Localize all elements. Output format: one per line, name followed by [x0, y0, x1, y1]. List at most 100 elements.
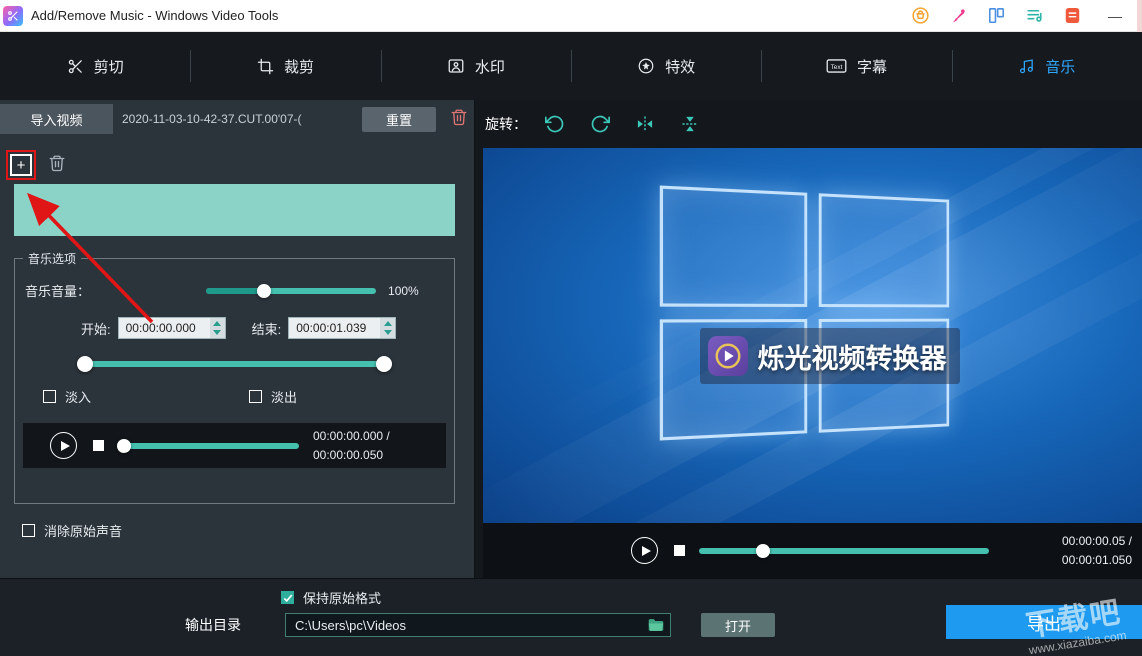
- fade-in-label: 淡入: [65, 387, 91, 406]
- tab-label: 剪切: [94, 56, 124, 77]
- browse-folder-icon[interactable]: [647, 617, 665, 633]
- rotate-ccw-icon[interactable]: [545, 114, 565, 134]
- import-video-button[interactable]: 导入视频: [0, 104, 113, 134]
- music-current-time: 00:00:00.000 /: [313, 427, 390, 446]
- volume-slider[interactable]: [206, 288, 376, 294]
- cart-icon[interactable]: [911, 6, 930, 25]
- open-folder-button[interactable]: 打开: [701, 613, 775, 637]
- video-title-overlay: 烁光视频转换器: [700, 328, 960, 384]
- delete-video-icon[interactable]: [450, 108, 468, 131]
- music-preview-player: 00:00:00.000 / 00:00:00.050: [23, 423, 446, 468]
- flip-vertical-icon[interactable]: [680, 114, 700, 134]
- video-seek-handle[interactable]: [756, 544, 770, 558]
- tab-label: 字幕: [857, 56, 887, 77]
- tab-subtitle[interactable]: Text 字幕: [761, 32, 951, 100]
- tab-music[interactable]: 音乐: [952, 32, 1142, 100]
- watermark-icon: [447, 57, 465, 75]
- tab-effects[interactable]: 特效: [571, 32, 761, 100]
- music-options-title: 音乐选项: [23, 250, 81, 267]
- remove-original-audio-checkbox[interactable]: 消除原始声音: [22, 521, 122, 540]
- output-bar: 保持原始格式 输出目录 打开 导出: [0, 578, 1142, 656]
- end-time-stepper[interactable]: [380, 318, 395, 338]
- remove-audio-label: 消除原始声音: [44, 521, 122, 540]
- volume-row: 音乐音量： 100%: [23, 281, 446, 300]
- rotate-label: 旋转：: [485, 114, 527, 134]
- track-tools: +: [6, 150, 66, 180]
- subtitle-icon: Text: [826, 57, 847, 75]
- music-stop-button[interactable]: [93, 440, 104, 451]
- start-label: 开始:: [81, 319, 111, 338]
- document-icon[interactable]: [1063, 6, 1082, 25]
- playlist-icon[interactable]: [1025, 6, 1044, 25]
- music-note-icon: [1018, 58, 1035, 75]
- fade-out-label: 淡出: [271, 387, 297, 406]
- minimize-button[interactable]: —: [1101, 8, 1129, 24]
- music-edit-panel: 导入视频 2020-11-03-10-42-37.CUT.00'07-( 重置 …: [0, 100, 475, 578]
- output-path-input[interactable]: [288, 618, 647, 633]
- trim-range-row: [85, 361, 384, 367]
- rotate-toolbar: 旋转：: [475, 100, 1142, 148]
- window-title: Add/Remove Music - Windows Video Tools: [31, 8, 278, 23]
- windows-logo: [659, 185, 948, 440]
- fade-row: 淡入 淡出: [23, 387, 446, 406]
- brush-icon[interactable]: [949, 6, 968, 25]
- video-overlay-text: 烁光视频转换器: [757, 337, 946, 376]
- checkbox-box[interactable]: [22, 524, 35, 537]
- delete-music-icon[interactable]: [48, 154, 66, 177]
- app-logo-icon: [3, 6, 23, 26]
- music-seek-handle[interactable]: [117, 439, 131, 453]
- video-play-button[interactable]: [631, 537, 658, 564]
- flip-horizontal-icon[interactable]: [635, 114, 655, 134]
- checkbox-box[interactable]: [249, 390, 262, 403]
- music-player-time: 00:00:00.000 / 00:00:00.050: [313, 427, 390, 464]
- keep-format-label: 保持原始格式: [303, 588, 381, 607]
- trim-start-handle[interactable]: [77, 356, 93, 372]
- tab-crop[interactable]: 裁剪: [190, 32, 380, 100]
- titlebar: Add/Remove Music - Windows Video Tools: [0, 0, 1142, 32]
- music-total-time: 00:00:00.050: [313, 446, 390, 465]
- rotate-cw-icon[interactable]: [590, 114, 610, 134]
- trim-range-slider[interactable]: [85, 361, 384, 367]
- output-dir-label: 输出目录: [185, 615, 241, 635]
- trim-end-handle[interactable]: [376, 356, 392, 372]
- time-range-row: 开始: 结束:: [23, 317, 446, 339]
- music-options-group: 音乐选项 音乐音量： 100% 开始: 结束:: [14, 250, 455, 504]
- close-button[interactable]: [1137, 0, 1142, 32]
- add-music-button[interactable]: +: [10, 154, 32, 176]
- music-seek-slider[interactable]: [117, 443, 299, 449]
- check-icon: [283, 593, 293, 603]
- fade-out-checkbox[interactable]: 淡出: [249, 387, 297, 406]
- music-track-block[interactable]: [14, 184, 455, 236]
- reset-button[interactable]: 重置: [362, 107, 436, 132]
- video-playback-bar: 00:00:00.05 / 00:00:01.050: [483, 523, 1142, 578]
- fade-in-checkbox[interactable]: 淡入: [43, 387, 91, 406]
- video-total-time: 00:00:01.050: [1062, 551, 1132, 570]
- volume-slider-handle[interactable]: [257, 284, 271, 298]
- video-current-time: 00:00:00.05 /: [1062, 532, 1132, 551]
- import-row: 导入视频 2020-11-03-10-42-37.CUT.00'07-( 重置: [0, 104, 468, 134]
- converter-app-icon: [708, 336, 748, 376]
- subtitle-icon-text: Text: [831, 64, 843, 71]
- annotation-highlight-box: +: [6, 150, 36, 180]
- keep-original-format-checkbox[interactable]: 保持原始格式: [281, 588, 381, 607]
- video-player-time: 00:00:00.05 / 00:00:01.050: [1062, 532, 1132, 569]
- export-button[interactable]: 导出: [946, 605, 1142, 639]
- video-seek-slider[interactable]: [699, 548, 989, 554]
- layout-icon[interactable]: [987, 6, 1006, 25]
- app-window: Add/Remove Music - Windows Video Tools: [0, 0, 1142, 656]
- video-stop-button[interactable]: [674, 545, 685, 556]
- remove-audio-row: 消除原始声音: [22, 521, 122, 540]
- volume-label: 音乐音量：: [25, 281, 90, 300]
- music-play-button[interactable]: [50, 432, 77, 459]
- checkbox-box-checked[interactable]: [281, 591, 294, 604]
- crop-icon: [257, 58, 274, 75]
- tab-cut[interactable]: 剪切: [0, 32, 190, 100]
- tab-label: 音乐: [1045, 56, 1075, 77]
- checkbox-box[interactable]: [43, 390, 56, 403]
- video-preview[interactable]: 烁光视频转换器: [483, 148, 1142, 523]
- start-time-stepper[interactable]: [210, 318, 225, 338]
- main-toolbar: 剪切 裁剪 水印: [0, 32, 1142, 100]
- volume-value: 100%: [388, 284, 419, 298]
- tab-watermark[interactable]: 水印: [381, 32, 571, 100]
- output-path-field[interactable]: [285, 613, 671, 637]
